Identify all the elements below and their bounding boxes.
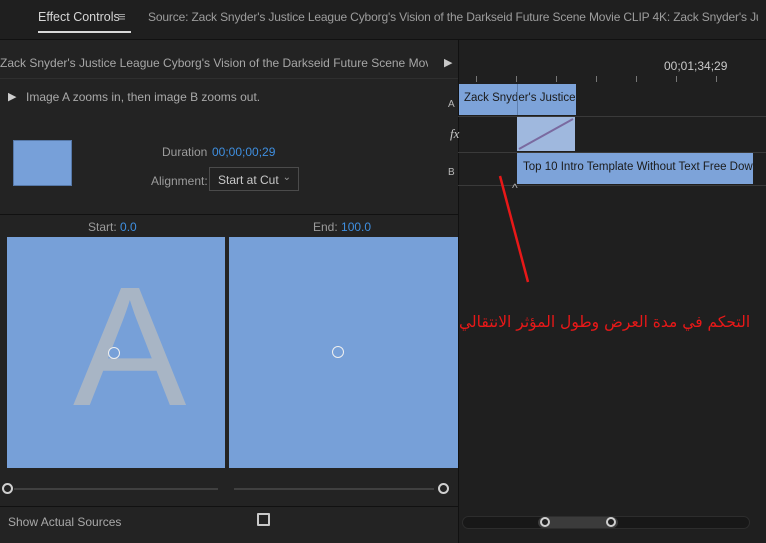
fx-icon: fx <box>450 126 460 141</box>
play-preview-icon[interactable]: ▶ <box>8 90 16 103</box>
timeline-timecode[interactable]: 00;01;34;29 <box>664 59 727 73</box>
duration-value[interactable]: 00;00;00;29 <box>212 145 275 159</box>
panel-header: Effect Controls ≡ Source: Zack Snyder's … <box>0 0 766 40</box>
end-slider-track[interactable] <box>234 488 434 490</box>
track-divider <box>458 185 766 186</box>
end-label: End: <box>313 220 338 234</box>
end-slider-knob[interactable] <box>438 483 449 494</box>
clip-title: Zack Snyder's Justice League Cyborg's Vi… <box>0 56 428 70</box>
track-b-label: B <box>448 167 455 178</box>
tab-effect-controls[interactable]: Effect Controls <box>38 10 120 24</box>
show-actual-sources-checkbox[interactable] <box>257 513 270 526</box>
source-label[interactable]: Source: Zack Snyder's Justice League Cyb… <box>148 10 758 24</box>
clip-b[interactable]: Top 10 Intro Template Without Text Free … <box>517 153 753 184</box>
caret-up-icon: ^ <box>512 181 518 195</box>
duration-label: Duration <box>162 145 208 159</box>
time-ruler[interactable] <box>466 74 756 82</box>
cut-line <box>517 84 518 115</box>
start-value[interactable]: 0.0 <box>120 220 137 234</box>
transition-thumbnail <box>13 140 72 186</box>
start-label: Start: <box>88 220 117 234</box>
start-slider-track[interactable] <box>14 488 218 490</box>
start-slider-knob[interactable] <box>2 483 13 494</box>
annotation-text: التحكم في مدة العرض وطول المؤثر الانتقال… <box>459 313 751 331</box>
transition-diagonal-icon <box>518 118 574 150</box>
track-divider <box>458 116 766 117</box>
start-end-bar <box>0 214 458 234</box>
end-value[interactable]: 100.0 <box>341 220 371 234</box>
image-a-letter: A <box>73 252 187 442</box>
divider <box>0 506 458 507</box>
alignment-dropdown[interactable]: Start at Cut ⌄ <box>209 167 299 191</box>
transition-description: Image A zooms in, then image B zooms out… <box>26 90 261 104</box>
divider <box>0 78 458 79</box>
end-field: End: 100.0 <box>313 220 371 234</box>
show-actual-sources-label: Show Actual Sources <box>8 515 122 529</box>
alignment-label: Alignment: <box>151 174 208 188</box>
zoom-handle-left[interactable] <box>540 517 550 527</box>
hamburger-icon[interactable]: ≡ <box>118 9 126 24</box>
start-field: Start: 0.0 <box>88 220 137 234</box>
play-arrow-icon[interactable]: ▶ <box>444 56 452 69</box>
zoom-handle-right[interactable] <box>606 517 616 527</box>
start-center-handle[interactable] <box>108 347 120 359</box>
chevron-down-icon: ⌄ <box>282 172 291 183</box>
alignment-value: Start at Cut <box>218 173 279 187</box>
end-center-handle[interactable] <box>332 346 344 358</box>
active-tab-indicator <box>38 31 131 33</box>
track-a-label: A <box>448 99 455 110</box>
